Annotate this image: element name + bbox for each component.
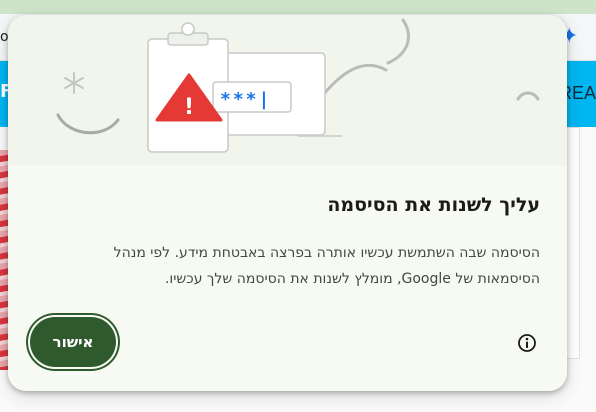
password-change-dialog: ***| ! עליך לשנות את הסיסמה הסיסמה שבה ה… — [8, 15, 567, 391]
background-top-strip — [0, 0, 596, 14]
warning-symbol: ! — [184, 95, 194, 120]
info-icon[interactable] — [517, 333, 537, 353]
dialog-body-line-1: הסיסמה שבה השתמשת עכשיו אותרה בפרצה באבט… — [113, 245, 540, 261]
password-breach-illustration: ***| ! — [56, 18, 540, 153]
dialog-title: עליך לשנות את הסיסמה — [327, 194, 540, 216]
dialog-body: הסיסמה שבה השתמשת עכשיו אותרה בפרצה באבט… — [70, 240, 540, 292]
dialog-illustration: ***| ! — [8, 15, 567, 165]
masked-password-text: ***| — [220, 89, 271, 110]
background-side-panel — [566, 127, 580, 359]
ok-button[interactable]: אישור — [30, 317, 116, 367]
dialog-body-line-2: הסיסמאות של Google, מומלץ לשנות את הסיסמ… — [164, 271, 540, 287]
